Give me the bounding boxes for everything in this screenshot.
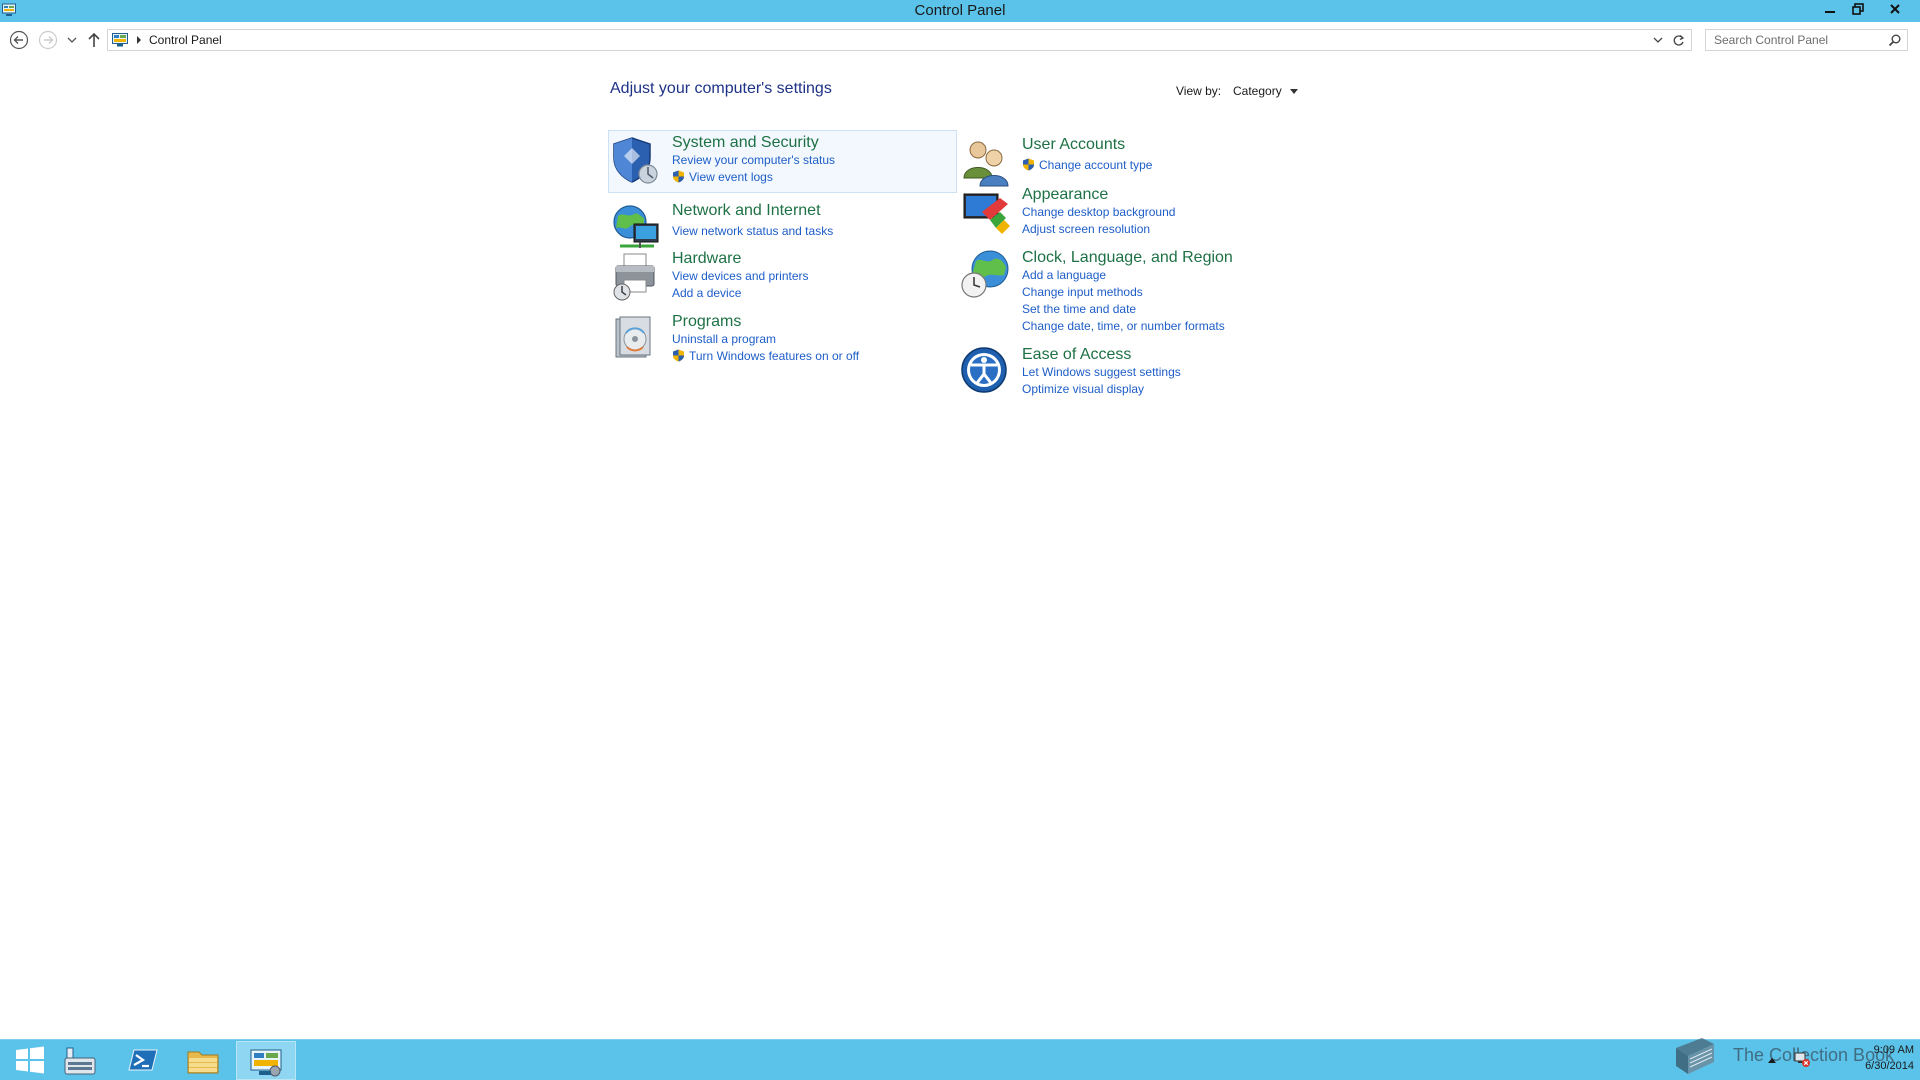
clock-date: 6/30/2014 <box>1865 1060 1914 1072</box>
link-let-windows-suggest[interactable]: Let Windows suggest settings <box>1022 365 1181 382</box>
navigation-bar: Control Panel <box>0 22 1920 60</box>
taskbar-server-manager[interactable] <box>50 1041 110 1080</box>
clock-time: 9:09 AM <box>1873 1044 1914 1056</box>
view-by-label: View by: <box>1176 84 1222 98</box>
breadcrumb-chevron-icon[interactable] <box>136 35 142 45</box>
server-manager-icon <box>64 1047 96 1075</box>
uac-shield-icon <box>1023 158 1034 171</box>
link-label: Turn Windows features on or off <box>689 349 860 363</box>
uac-shield-icon <box>673 349 684 362</box>
link-change-input-methods[interactable]: Change input methods <box>1022 285 1225 302</box>
dropdown-caret-icon <box>1289 89 1298 95</box>
link-review-computer-status[interactable]: Review your computer's status <box>672 153 835 170</box>
windows-logo-icon <box>16 1046 44 1074</box>
programs-icon <box>615 316 651 358</box>
taskbar-control-panel[interactable] <box>236 1041 296 1080</box>
page-title: Adjust your computer's settings <box>610 80 832 97</box>
link-change-date-time-formats[interactable]: Change date, time, or number formats <box>1022 319 1225 336</box>
taskbar-powershell[interactable] <box>113 1041 173 1080</box>
link-label: Change account type <box>1039 158 1153 172</box>
link-change-desktop-background[interactable]: Change desktop background <box>1022 205 1175 222</box>
up-button[interactable] <box>87 32 101 48</box>
printer-icon <box>613 253 655 301</box>
link-view-network-status[interactable]: View network status and tasks <box>672 224 833 241</box>
category-title[interactable]: Programs <box>672 313 741 331</box>
minimize-icon <box>1825 11 1835 13</box>
minimize-button[interactable] <box>1817 0 1843 18</box>
category-title[interactable]: System and Security <box>672 134 819 152</box>
powershell-icon <box>128 1049 158 1071</box>
taskbar-file-explorer[interactable] <box>173 1041 233 1080</box>
view-by-dropdown[interactable]: Category <box>1233 84 1298 98</box>
uac-shield-icon <box>673 170 684 183</box>
category-title[interactable]: Hardware <box>672 250 741 268</box>
close-button[interactable] <box>1880 0 1910 18</box>
link-view-event-logs[interactable]: View event logs <box>672 170 835 187</box>
category-title[interactable]: Appearance <box>1022 186 1108 204</box>
taskbar: The Collection Book 9:09 AM 6/30/2014 <box>0 1038 1920 1080</box>
network-error-icon[interactable] <box>1794 1051 1810 1067</box>
shield-icon <box>613 137 658 184</box>
taskbar-clock[interactable]: 9:09 AM 6/30/2014 <box>1834 1042 1914 1074</box>
link-label: View event logs <box>689 170 773 184</box>
search-box[interactable] <box>1705 29 1908 51</box>
link-change-account-type[interactable]: Change account type <box>1022 158 1152 175</box>
control-panel-taskbar-icon <box>250 1049 282 1077</box>
appearance-icon <box>963 193 1010 234</box>
category-title[interactable]: User Accounts <box>1022 136 1125 154</box>
window-title: Control Panel <box>914 2 1006 19</box>
address-dropdown-icon[interactable] <box>1653 36 1663 44</box>
link-turn-windows-features[interactable]: Turn Windows features on or off <box>672 349 859 366</box>
back-button[interactable] <box>9 30 29 50</box>
forward-button[interactable] <box>38 30 58 50</box>
link-view-devices-printers[interactable]: View devices and printers <box>672 269 809 286</box>
clock-globe-icon <box>961 250 1009 298</box>
network-globe-icon <box>613 205 659 248</box>
search-icon[interactable] <box>1888 34 1901 47</box>
category-title[interactable]: Ease of Access <box>1022 346 1131 364</box>
ease-of-access-icon <box>961 347 1007 393</box>
folder-icon <box>187 1051 219 1074</box>
title-bar: Control Panel <box>0 0 1920 22</box>
breadcrumb-control-panel[interactable]: Control Panel <box>149 33 222 47</box>
view-by-value: Category <box>1233 84 1282 98</box>
control-panel-icon <box>112 33 128 47</box>
link-add-language[interactable]: Add a language <box>1022 268 1225 285</box>
restore-icon <box>1852 3 1864 15</box>
link-uninstall-program[interactable]: Uninstall a program <box>672 332 859 349</box>
address-bar[interactable]: Control Panel <box>107 29 1692 51</box>
link-adjust-screen-resolution[interactable]: Adjust screen resolution <box>1022 222 1175 239</box>
recent-locations-dropdown[interactable] <box>67 36 77 44</box>
book-icon <box>1676 1038 1714 1074</box>
refresh-icon[interactable] <box>1672 34 1685 47</box>
category-title[interactable]: Network and Internet <box>672 202 821 220</box>
users-icon <box>963 141 1009 187</box>
link-add-device[interactable]: Add a device <box>672 286 809 303</box>
link-set-time-date[interactable]: Set the time and date <box>1022 302 1225 319</box>
show-hidden-icons-icon[interactable] <box>1768 1057 1776 1063</box>
category-title[interactable]: Clock, Language, and Region <box>1022 249 1233 267</box>
restore-button[interactable] <box>1845 0 1871 18</box>
search-input[interactable] <box>1706 30 1884 50</box>
close-icon <box>1890 4 1900 14</box>
link-optimize-visual-display[interactable]: Optimize visual display <box>1022 382 1181 399</box>
